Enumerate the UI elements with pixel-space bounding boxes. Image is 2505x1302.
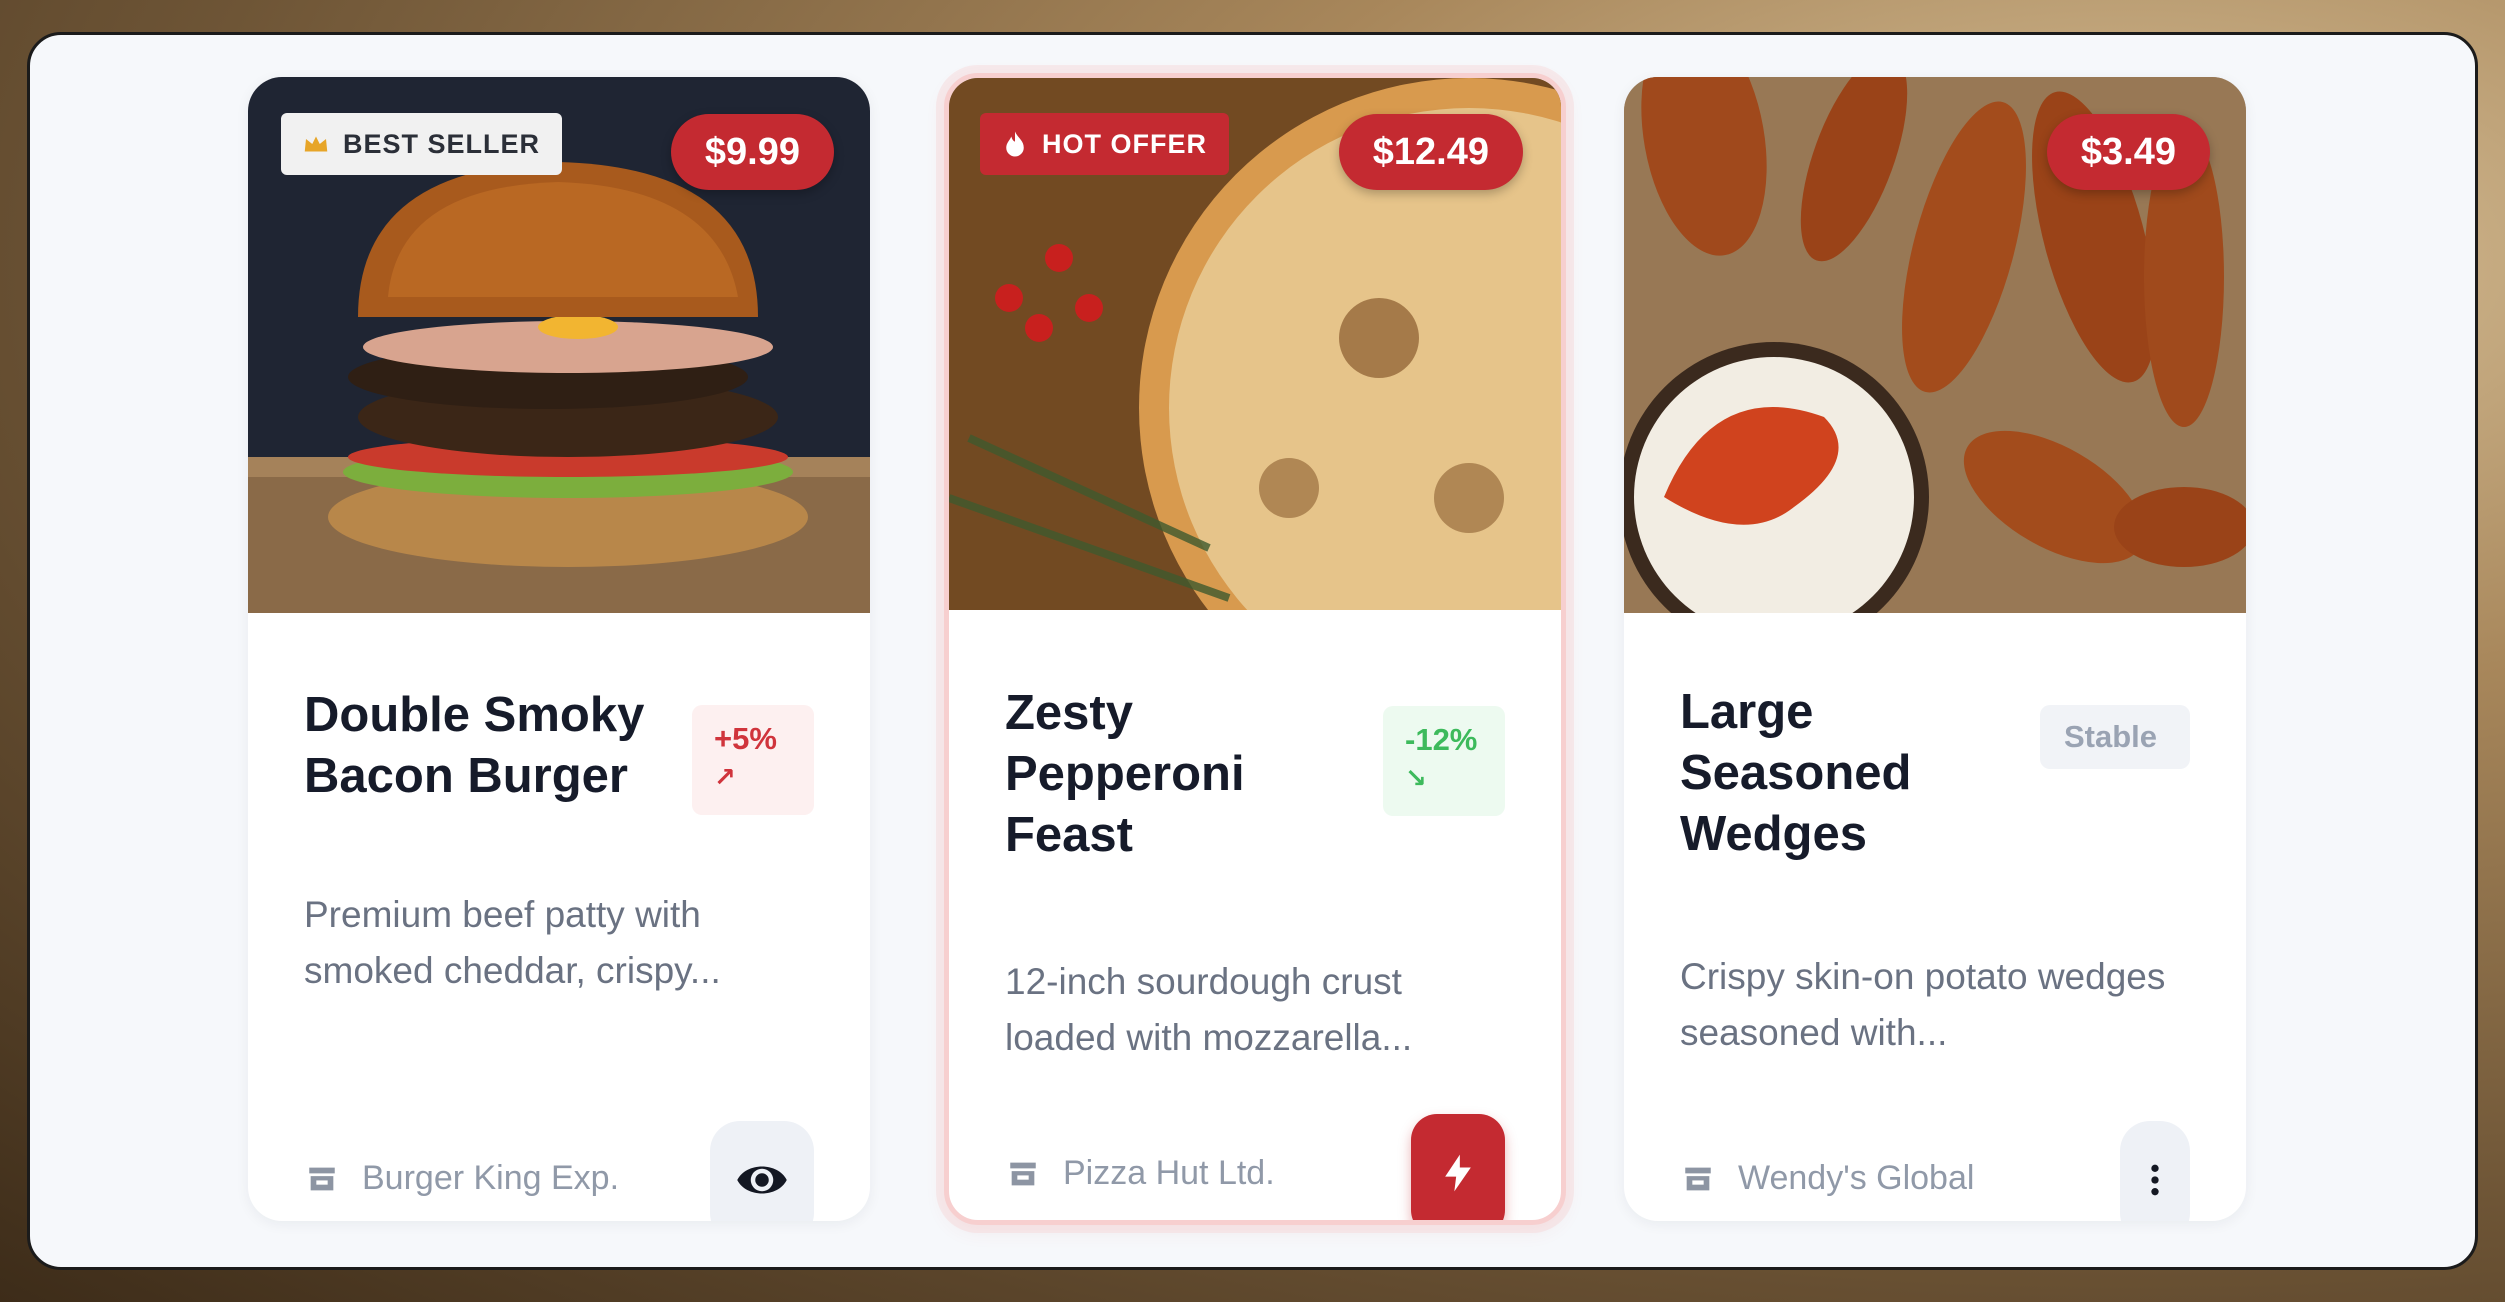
flame-icon: [1000, 129, 1030, 159]
vendor-name: Pizza Hut Ltd.: [1063, 1154, 1275, 1192]
menu-panel: BEST SELLER $9.99 Double Smoky Bacon Bur…: [27, 32, 2478, 1270]
store-icon: [1680, 1162, 1716, 1196]
trend-value: -12%: [1405, 722, 1478, 757]
tag-label: HOT OFFER: [1042, 128, 1207, 159]
lightning-icon: [1436, 1151, 1480, 1200]
pizza-photo: HOT OFFER $12.49: [949, 78, 1561, 610]
trend-badge: Stable: [2040, 705, 2190, 769]
hot-offer-tag: HOT OFFER: [980, 113, 1229, 175]
store-icon: [1005, 1157, 1041, 1191]
more-vertical-icon: [2135, 1160, 2175, 1205]
crown-icon: [301, 129, 331, 159]
price-badge: $9.99: [670, 114, 834, 190]
product-title: Double Smoky Bacon Burger: [304, 688, 645, 803]
vendor-name: Burger King Exp.: [362, 1159, 620, 1197]
vendor: Wendy's Global: [1680, 1159, 1974, 1198]
burger-photo: BEST SELLER $9.99: [248, 77, 870, 613]
trend-up-icon: ↗: [714, 762, 736, 792]
view-button[interactable]: [710, 1121, 814, 1221]
quick-order-button[interactable]: [1411, 1114, 1505, 1220]
vendor: Burger King Exp.: [304, 1159, 619, 1198]
more-options-button[interactable]: [2120, 1121, 2190, 1221]
eye-icon: [735, 1153, 789, 1212]
tag-label: BEST SELLER: [343, 128, 541, 159]
trend-value: +5%: [714, 721, 777, 756]
trend-badge: -12% ↘: [1383, 706, 1505, 816]
product-card-wedges[interactable]: $3.49 Large Seasoned Wedges Stable Crisp…: [1624, 77, 2246, 1221]
trend-down-icon: ↘: [1405, 763, 1427, 793]
product-card-pizza[interactable]: HOT OFFER $12.49 Zesty Pepperoni Feast -…: [944, 73, 1566, 1225]
vendor-name: Wendy's Global: [1738, 1159, 1975, 1197]
product-description: Crispy skin-on potato wedges seasoned wi…: [1680, 956, 2166, 1053]
product-title: Large Seasoned Wedges: [1680, 685, 1912, 861]
wedges-photo: $3.49: [1624, 77, 2246, 613]
store-icon: [304, 1162, 340, 1196]
best-seller-tag: BEST SELLER: [281, 113, 563, 175]
trend-value: Stable: [2064, 719, 2158, 754]
product-description: 12-inch sourdough crust loaded with mozz…: [1005, 961, 1413, 1058]
product-card-burger[interactable]: BEST SELLER $9.99 Double Smoky Bacon Bur…: [248, 77, 870, 1221]
price-badge: $12.49: [1338, 114, 1523, 190]
price-badge: $3.49: [2046, 114, 2210, 190]
vendor: Pizza Hut Ltd.: [1005, 1154, 1275, 1193]
product-title: Zesty Pepperoni Feast: [1005, 686, 1245, 862]
trend-badge: +5% ↗: [692, 705, 814, 815]
product-description: Premium beef patty with smoked cheddar, …: [304, 894, 721, 991]
